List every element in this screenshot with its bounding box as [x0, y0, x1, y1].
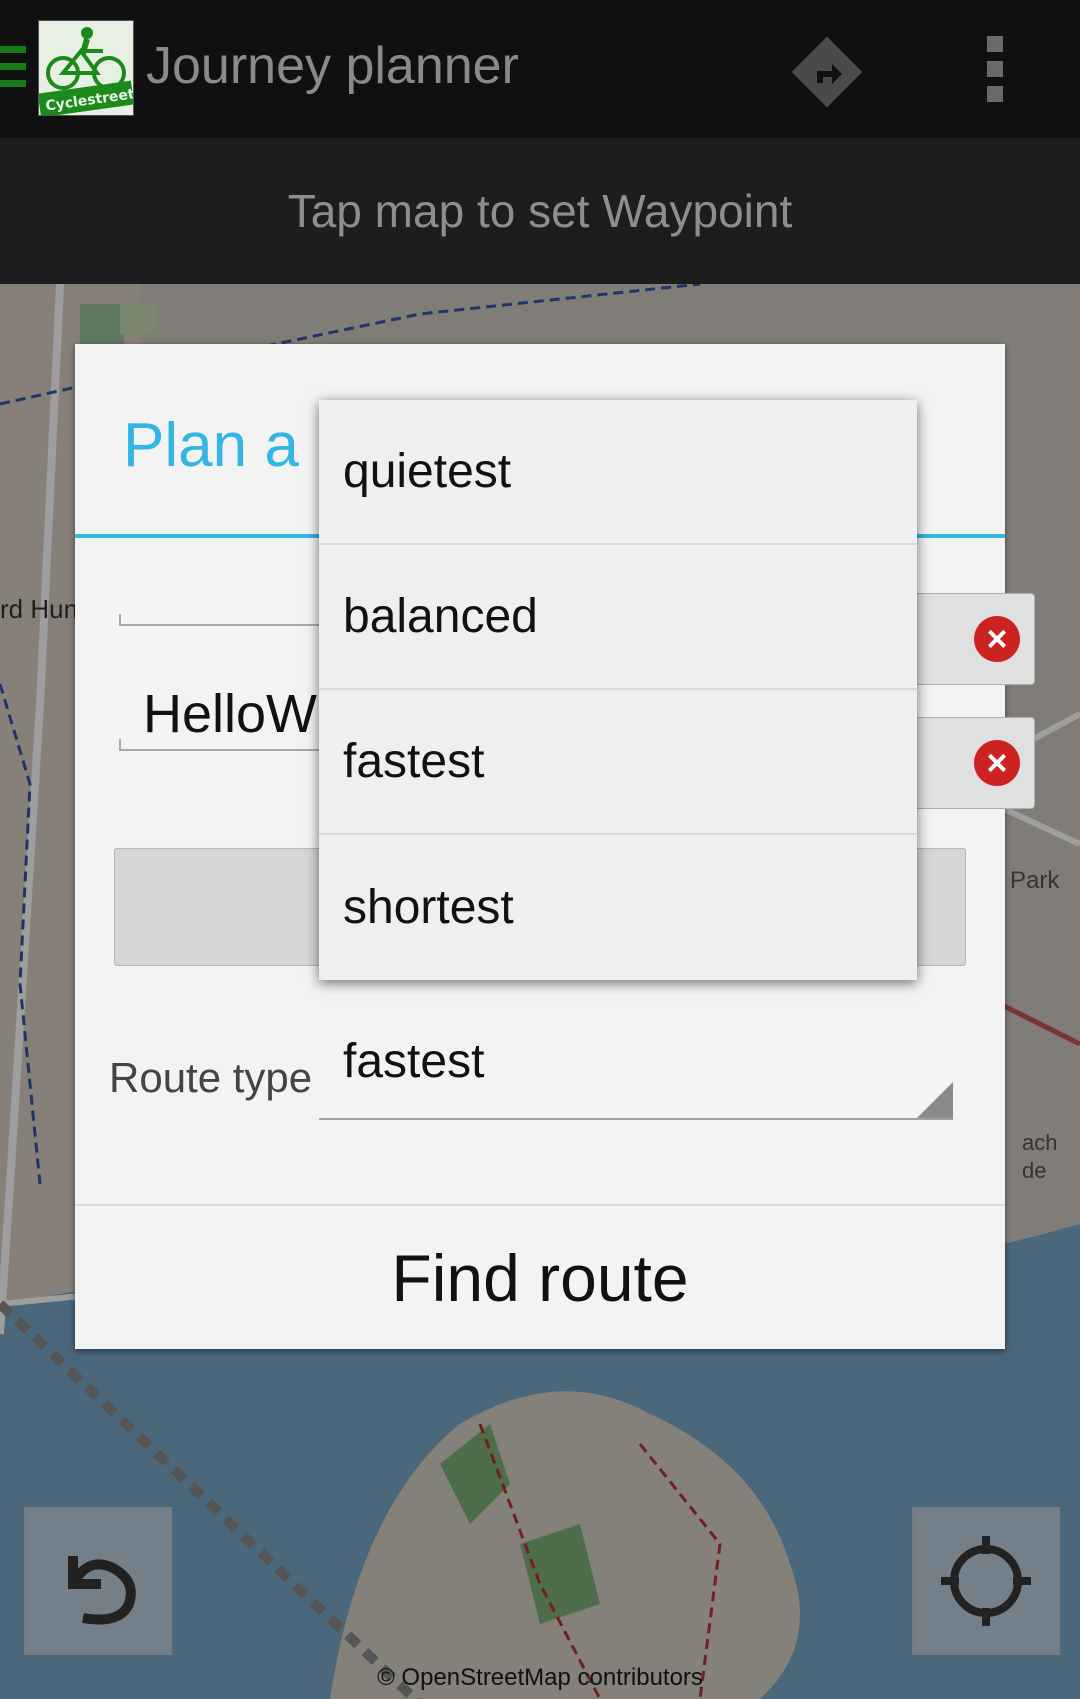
hint-bar: Tap map to set Waypoint — [0, 138, 1080, 284]
finish-field-value: HelloW — [143, 684, 318, 744]
find-route-button[interactable]: Find route — [75, 1206, 1005, 1349]
overflow-menu-icon[interactable] — [984, 36, 1006, 102]
clear-x-icon: × — [974, 616, 1020, 662]
cyclestreets-logo[interactable]: Cyclestreets — [38, 20, 134, 116]
action-bar: Cyclestreets Journey planner — [0, 0, 1080, 138]
clear-start-button[interactable]: × — [909, 593, 1035, 685]
clear-x-icon: × — [974, 740, 1020, 786]
undo-arrow-icon — [68, 1556, 136, 1625]
route-type-value: fastest — [343, 1035, 485, 1088]
dropdown-option-quietest[interactable]: quietest — [319, 400, 917, 545]
dropdown-option-shortest[interactable]: shortest — [319, 835, 917, 980]
undo-button[interactable] — [24, 1507, 172, 1655]
dropdown-option-fastest[interactable]: fastest — [319, 690, 917, 835]
route-type-spinner[interactable]: fastest — [319, 1034, 953, 1120]
drawer-indicator-icon[interactable] — [0, 46, 26, 94]
hint-text: Tap map to set Waypoint — [287, 185, 793, 237]
spinner-triangle-icon — [917, 1082, 953, 1118]
app-title: Journey planner — [146, 37, 519, 95]
route-type-dropdown: quietest balanced fastest shortest — [319, 400, 917, 980]
my-location-button[interactable] — [912, 1507, 1060, 1655]
map-attribution: © OpenStreetMap contributors — [377, 1664, 703, 1691]
dropdown-option-balanced[interactable]: balanced — [319, 545, 917, 690]
route-type-label: Route type — [109, 1054, 313, 1101]
route-diamond-icon[interactable] — [788, 33, 866, 111]
crosshair-icon — [941, 1536, 1031, 1626]
dialog-title: Plan a — [123, 411, 299, 480]
clear-finish-button[interactable]: × — [909, 717, 1035, 809]
